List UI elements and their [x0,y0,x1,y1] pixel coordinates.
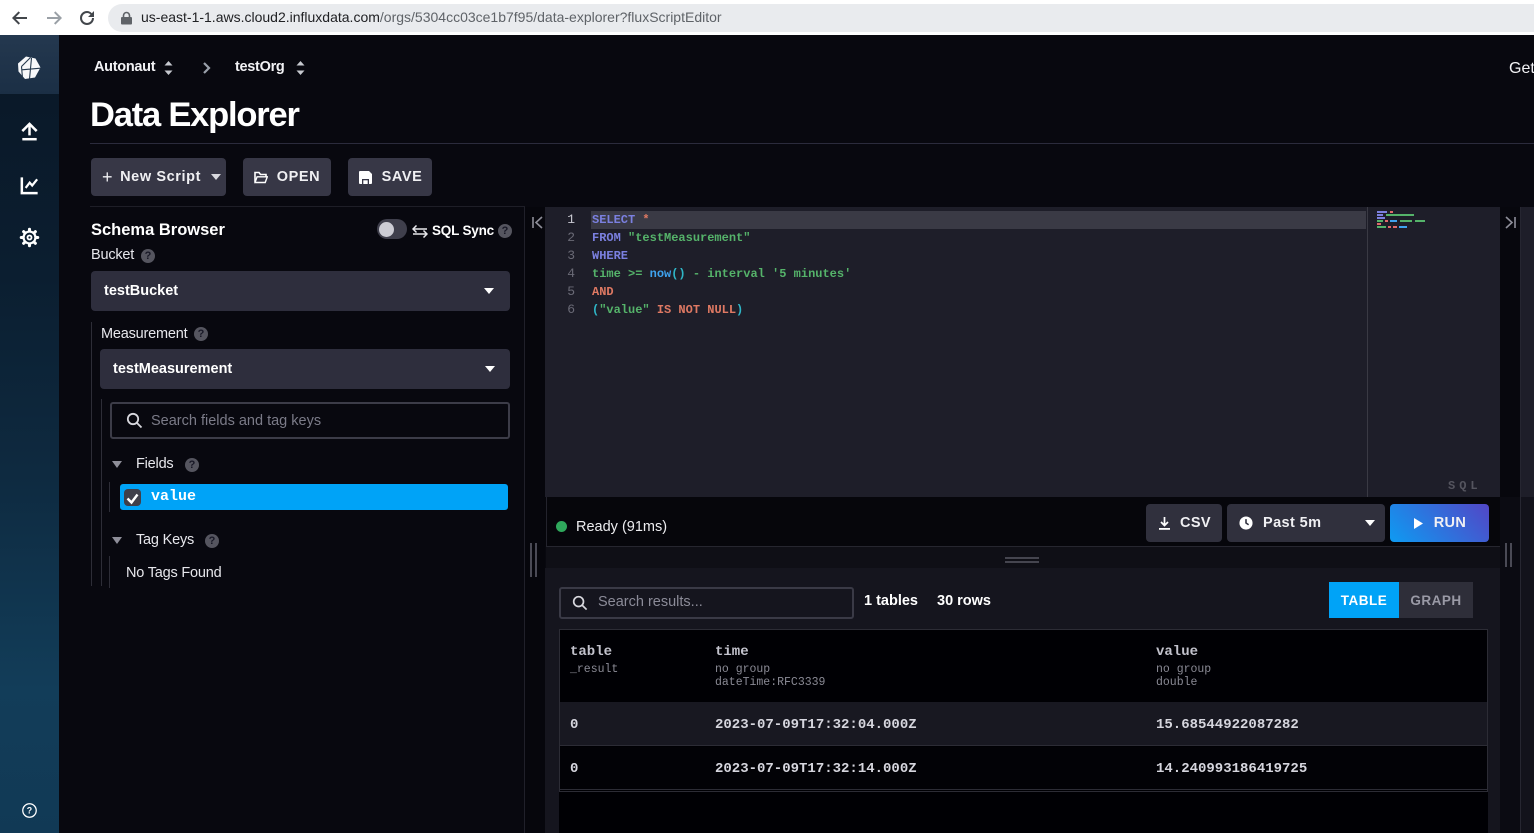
svg-text:?: ? [27,806,32,816]
